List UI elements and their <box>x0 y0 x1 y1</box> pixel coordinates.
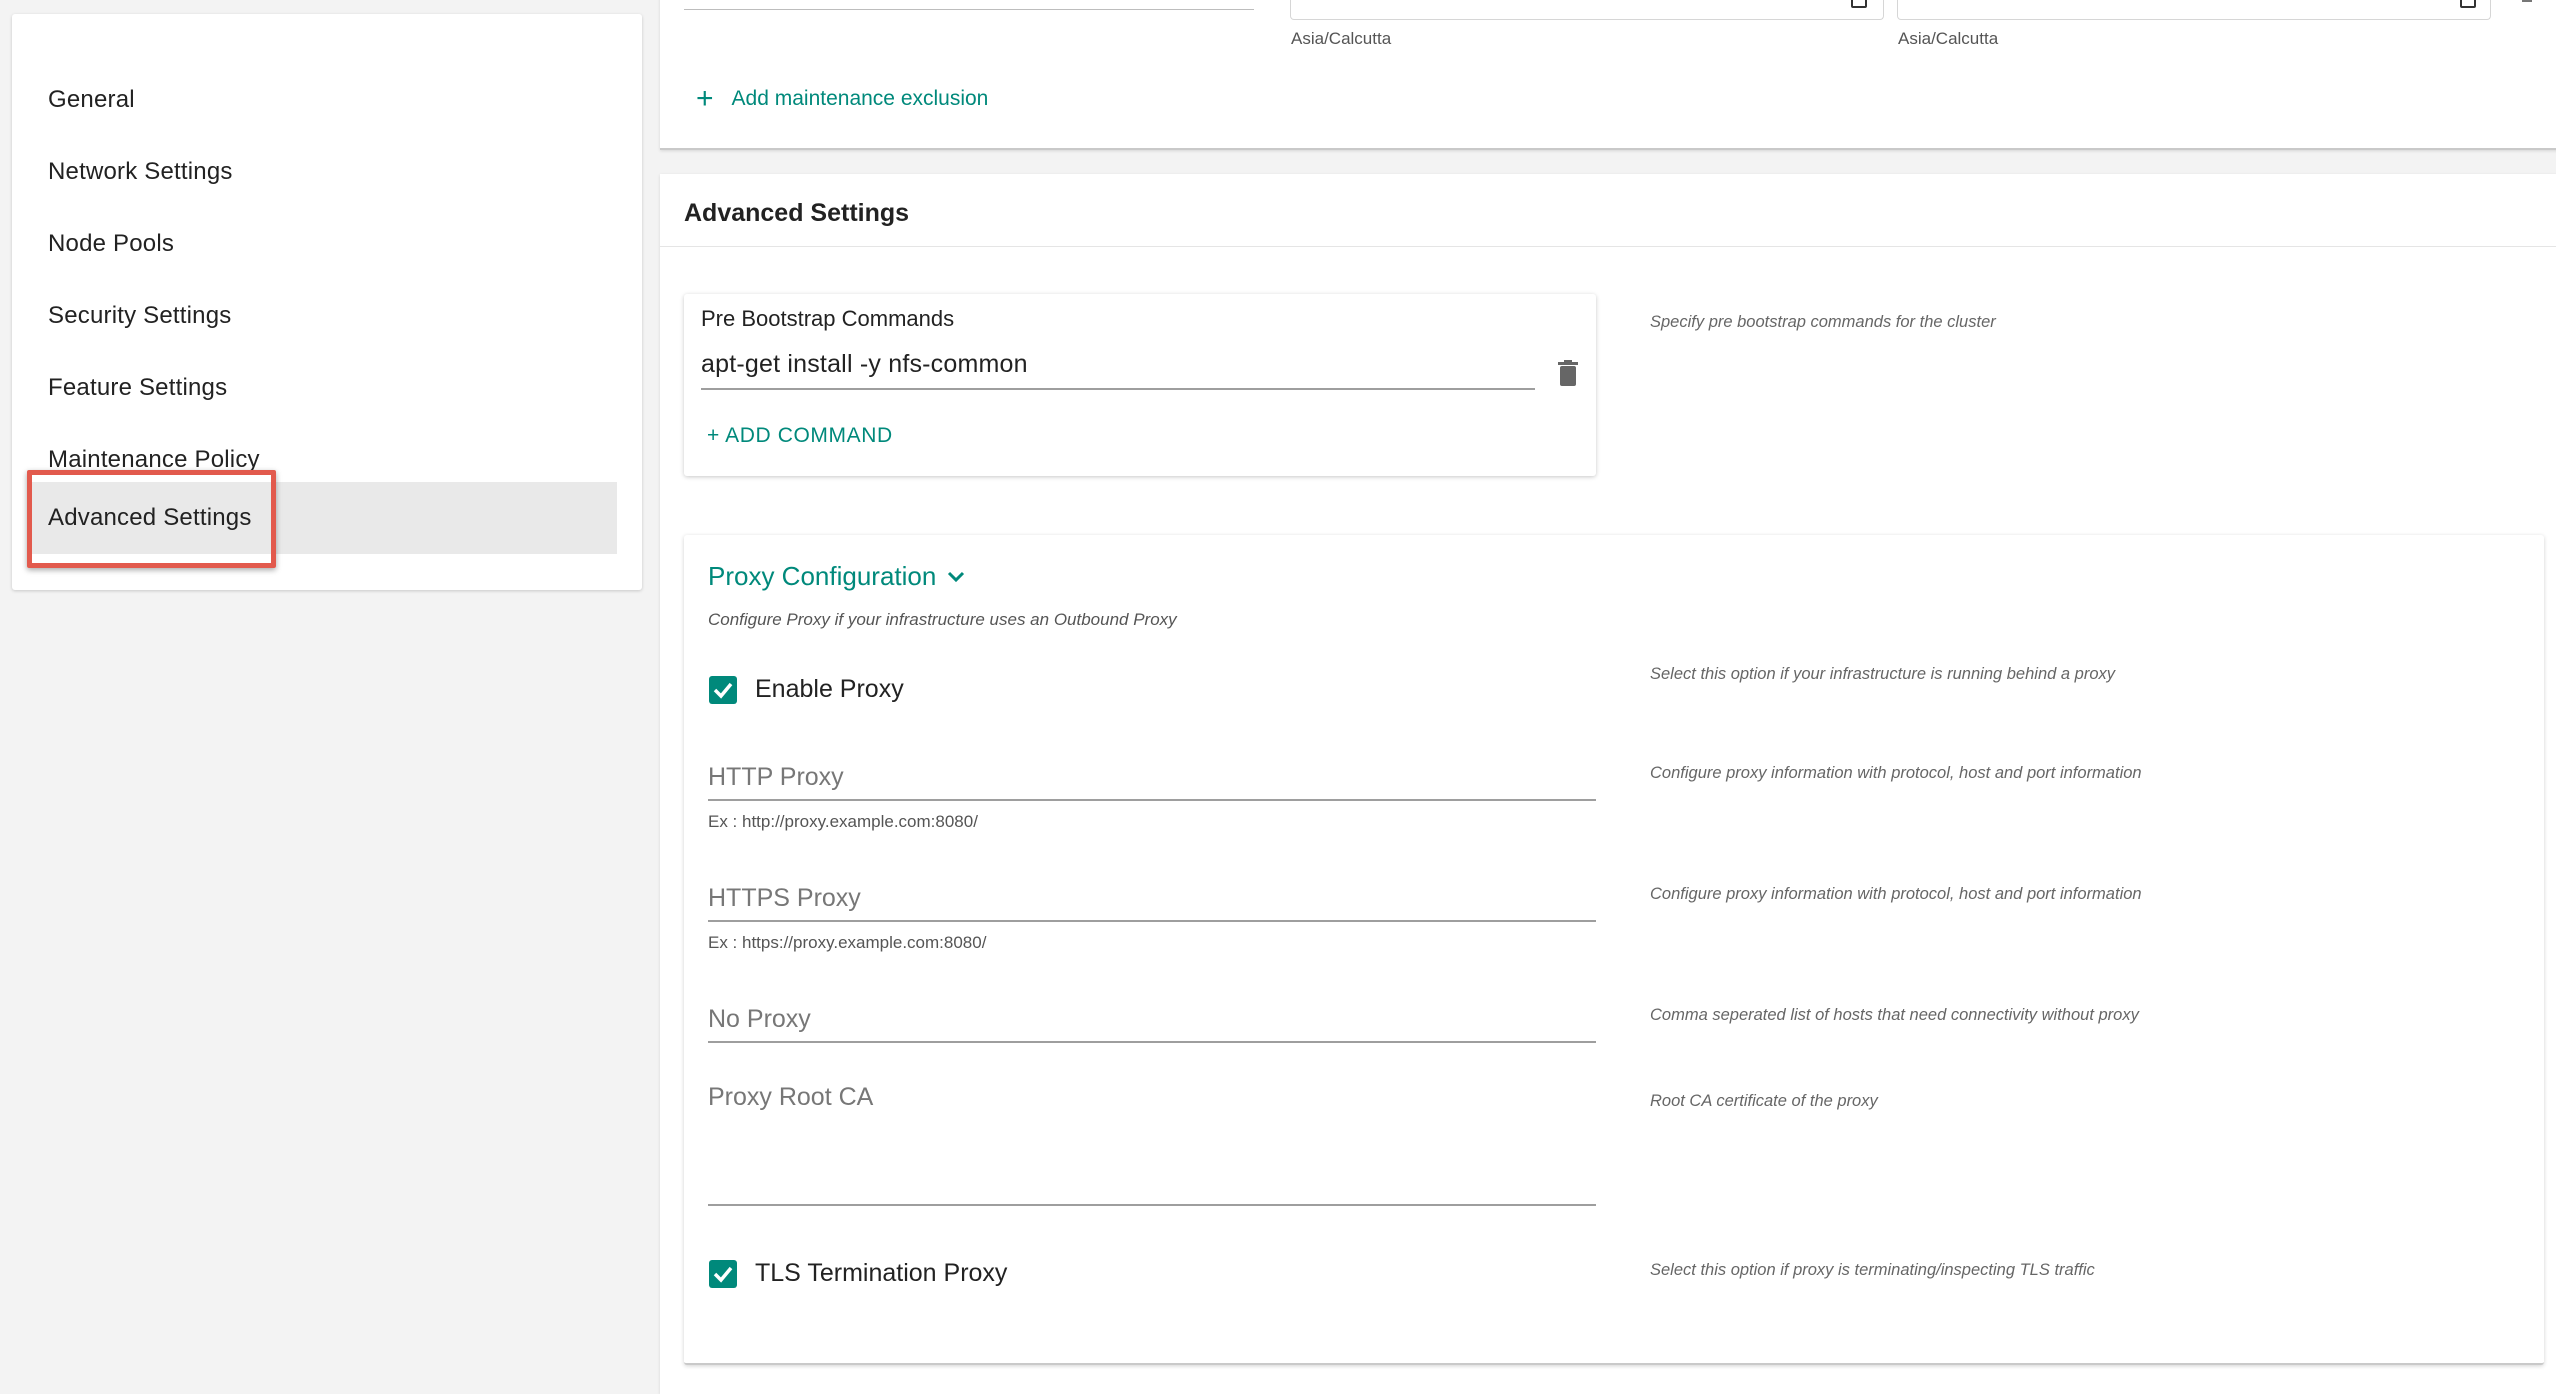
https-proxy-underline <box>708 920 1596 922</box>
proxy-configuration-toggle[interactable]: Proxy Configuration <box>708 561 966 592</box>
exclusion-end-input[interactable] <box>1897 0 2491 20</box>
proxy-root-ca-underline <box>708 1204 1596 1206</box>
add-maintenance-exclusion-label: Add maintenance exclusion <box>731 87 989 110</box>
enable-proxy-help-text: Select this option if your infrastructur… <box>1650 665 2115 683</box>
sidebar-item-advanced-settings[interactable]: Advanced Settings <box>48 504 252 532</box>
tls-termination-help-text: Select this option if proxy is terminati… <box>1650 1261 2095 1279</box>
no-proxy-underline <box>708 1041 1596 1043</box>
checkmark-icon <box>713 682 733 699</box>
delete-exclusion-icon[interactable] <box>2522 0 2532 2</box>
proxy-configuration-subtitle: Configure Proxy if your infrastructure u… <box>708 610 1177 629</box>
trash-icon[interactable] <box>1558 360 1578 386</box>
https-proxy-help-text: Configure proxy information with protoco… <box>1650 885 2142 903</box>
sidebar-item-node-pools[interactable]: Node Pools <box>48 230 174 258</box>
sidebar-item-general[interactable]: General <box>48 86 135 114</box>
enable-proxy-checkbox[interactable] <box>709 676 737 704</box>
checkmark-icon <box>713 1266 733 1283</box>
command-input-underline <box>701 388 1535 390</box>
no-proxy-help-text: Comma seperated list of hosts that need … <box>1650 1006 2139 1024</box>
add-command-button[interactable]: + ADD COMMAND <box>707 424 893 448</box>
pre-bootstrap-title: Pre Bootstrap Commands <box>701 306 955 331</box>
pre-bootstrap-help-text: Specify pre bootstrap commands for the c… <box>1650 313 1996 331</box>
proxy-configuration-title: Proxy Configuration <box>708 561 937 591</box>
calendar-icon[interactable] <box>1851 0 1867 8</box>
enable-proxy-label: Enable Proxy <box>755 675 904 703</box>
exclusion-start-input[interactable] <box>1290 0 1884 20</box>
settings-sidebar: General Network Settings Node Pools Secu… <box>12 14 642 590</box>
sidebar-item-security-settings[interactable]: Security Settings <box>48 302 231 330</box>
proxy-root-ca-help-text: Root CA certificate of the proxy <box>1650 1092 1878 1110</box>
add-maintenance-exclusion-button[interactable]: + Add maintenance exclusion <box>696 84 988 114</box>
https-proxy-input[interactable]: HTTPS Proxy <box>708 884 861 913</box>
sidebar-item-network-settings[interactable]: Network Settings <box>48 158 233 186</box>
proxy-root-ca-textarea[interactable]: Proxy Root CA <box>708 1083 873 1112</box>
timezone-label-end: Asia/Calcutta <box>1898 29 1999 48</box>
sidebar-item-feature-settings[interactable]: Feature Settings <box>48 374 227 402</box>
pre-bootstrap-command-input[interactable]: apt-get install -y nfs-common <box>701 350 1028 379</box>
http-proxy-underline <box>708 799 1596 801</box>
timezone-label-start: Asia/Calcutta <box>1291 29 1392 48</box>
section-divider <box>660 246 2556 247</box>
calendar-icon[interactable] <box>2460 0 2476 8</box>
no-proxy-input[interactable]: No Proxy <box>708 1005 811 1034</box>
http-proxy-input[interactable]: HTTP Proxy <box>708 763 844 792</box>
https-proxy-hint: Ex : https://proxy.example.com:8080/ <box>708 933 987 952</box>
http-proxy-hint: Ex : http://proxy.example.com:8080/ <box>708 812 978 831</box>
tls-termination-checkbox[interactable] <box>709 1260 737 1288</box>
chevron-down-icon <box>948 571 965 582</box>
sidebar-item-maintenance-policy[interactable]: Maintenance Policy <box>48 446 260 474</box>
plus-icon: + <box>696 82 714 115</box>
tls-termination-label: TLS Termination Proxy <box>755 1259 1008 1287</box>
maintenance-field-underline <box>684 9 1254 10</box>
http-proxy-help-text: Configure proxy information with protoco… <box>1650 764 2142 782</box>
maintenance-policy-card <box>660 0 2556 150</box>
section-title: Advanced Settings <box>684 199 910 227</box>
